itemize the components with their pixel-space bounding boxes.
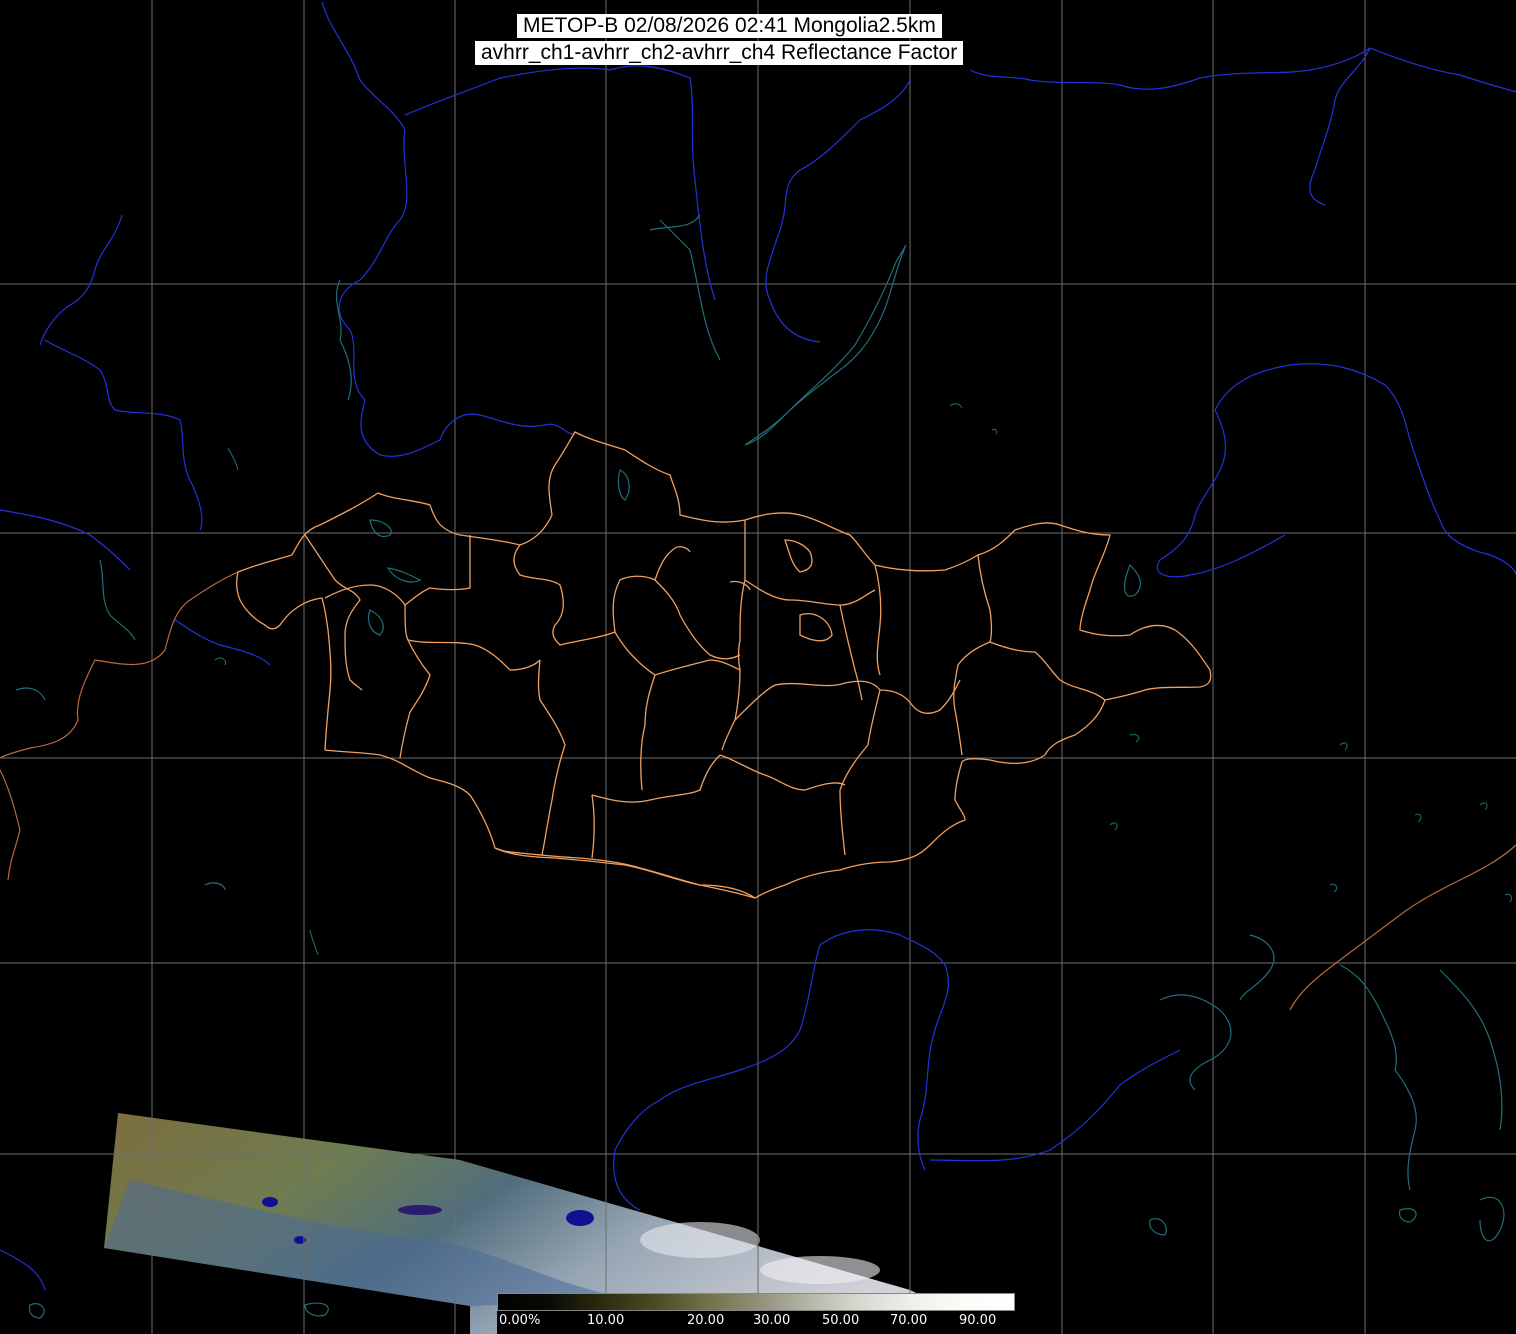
title-line-1: METOP-B 02/08/2026 02:41 Mongolia2.5km (517, 14, 942, 38)
colorbar-tick-row: 0.00% 10.00 20.00 30.00 50.00 70.00 90.0… (497, 1311, 1015, 1334)
colorbar-tick-label: 20.00 (687, 1313, 725, 1328)
colorbar-tick-label: 50.00 (822, 1313, 860, 1328)
colorbar-tick-label: 10.00 (587, 1313, 625, 1328)
colorbar-tick-label: 0.00% (499, 1313, 541, 1328)
colorbar-tick-label: 30.00 (753, 1313, 791, 1328)
colorbar-gradient (497, 1293, 1015, 1311)
satellite-map (0, 0, 1516, 1334)
colorbar-tick-label: 70.00 (890, 1313, 928, 1328)
title-line-2: avhrr_ch1-avhrr_ch2-avhrr_ch4 Reflectanc… (475, 41, 964, 65)
colorbar-legend: 0.00% 10.00 20.00 30.00 50.00 70.00 90.0… (497, 1293, 1015, 1334)
colorbar-tick-label: 90.00 (959, 1313, 997, 1328)
